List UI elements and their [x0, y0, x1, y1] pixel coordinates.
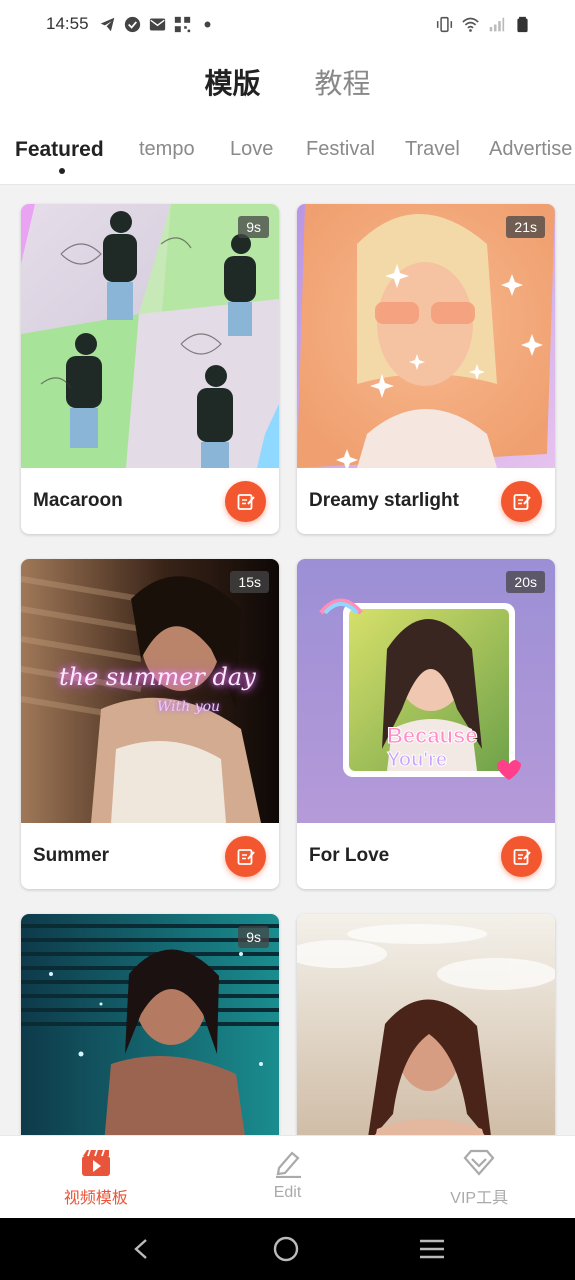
- nav-edit[interactable]: Edit: [192, 1136, 384, 1218]
- edit-template-button[interactable]: [225, 481, 266, 522]
- tab-tutorials[interactable]: 教程: [315, 62, 371, 102]
- template-card-for-love[interactable]: Because You're 20s For Love: [297, 559, 555, 889]
- category-tab-bar: Featured tempo Love Festival Travel Adve…: [0, 130, 575, 180]
- template-title: For Love: [309, 845, 390, 866]
- template-card-5[interactable]: 9s: [21, 914, 279, 1135]
- signal-icon: [489, 17, 505, 31]
- duration-badge: 21s: [506, 216, 545, 238]
- template-card-dreamy-starlight[interactable]: 21s Dreamy starlight: [297, 204, 555, 534]
- category-tab-festival[interactable]: Festival: [306, 138, 375, 161]
- template-thumbnail[interactable]: 9s: [21, 914, 279, 1135]
- dot-icon: [204, 21, 211, 27]
- overlay-text-because: Because: [387, 723, 479, 749]
- bottom-navigation: 视频模板 Edit VIP工具: [0, 1135, 575, 1218]
- nav-vip-tools[interactable]: VIP工具: [383, 1136, 575, 1218]
- edit-pencil-icon: [275, 1151, 301, 1178]
- card-footer: For Love: [297, 823, 555, 889]
- for-love-preview-image: [297, 559, 555, 823]
- template-thumbnail[interactable]: [297, 914, 555, 1135]
- notification-icons: [99, 16, 216, 33]
- status-bar: 14:55: [0, 0, 575, 48]
- template-thumbnail[interactable]: Because You're 20s: [297, 559, 555, 823]
- duration-badge: 15s: [230, 571, 269, 593]
- nav-label: VIP工具: [450, 1190, 509, 1207]
- top-tab-bar: 模版 教程: [0, 56, 575, 108]
- duration-badge: 9s: [238, 216, 269, 238]
- video-template-icon: [81, 1149, 110, 1176]
- active-tab-indicator: [59, 168, 65, 174]
- nav-video-templates[interactable]: 视频模板: [0, 1136, 192, 1218]
- edit-template-button[interactable]: [501, 481, 542, 522]
- summer-preview-image: [21, 559, 279, 823]
- template-title: Macaroon: [33, 490, 123, 511]
- template-card-macaroon[interactable]: 9s Macaroon: [21, 204, 279, 534]
- vip-diamond-icon: [463, 1149, 495, 1176]
- system-icons: [436, 16, 531, 33]
- template-card-summer[interactable]: the summer day With you 15s Summer: [21, 559, 279, 889]
- card-footer: Dreamy starlight: [297, 468, 555, 534]
- category-tab-love[interactable]: Love: [230, 138, 273, 161]
- overlay-neon-text: the summer day: [59, 663, 256, 691]
- edit-note-icon: [237, 848, 255, 865]
- category-tab-travel[interactable]: Travel: [405, 138, 460, 161]
- edit-note-icon: [513, 848, 531, 865]
- tab-templates[interactable]: 模版: [204, 62, 260, 102]
- back-icon[interactable]: [130, 1237, 154, 1261]
- telegram-icon: [100, 17, 114, 31]
- card-footer: Summer: [21, 823, 279, 889]
- status-time: 14:55: [46, 14, 89, 33]
- mail-icon: [149, 18, 165, 30]
- category-tab-tempo[interactable]: tempo: [139, 138, 195, 161]
- vibrate-icon: [436, 16, 453, 32]
- template-card-6[interactable]: [297, 914, 555, 1135]
- overlay-neon-subtext: With you: [157, 699, 221, 715]
- template-title: Summer: [33, 845, 110, 866]
- card-footer: Macaroon: [21, 468, 279, 534]
- overlay-text-youre: You're: [387, 749, 448, 772]
- nav-label: Edit: [273, 1184, 302, 1201]
- home-icon[interactable]: [273, 1236, 299, 1262]
- app-screen: 14:55 模版 教程 Featured tempo Love Festival…: [0, 0, 575, 1280]
- template-thumbnail[interactable]: the summer day With you 15s: [21, 559, 279, 823]
- dreamy-starlight-preview-image: [297, 204, 555, 468]
- edit-note-icon: [513, 493, 531, 510]
- template-thumbnail[interactable]: 21s: [297, 204, 555, 468]
- edit-template-button[interactable]: [501, 836, 542, 877]
- edit-note-icon: [237, 493, 255, 510]
- beach-portrait-preview-image: [297, 914, 555, 1135]
- system-navigation-bar: [0, 1218, 575, 1280]
- duration-badge: 9s: [238, 926, 269, 948]
- category-tab-featured[interactable]: Featured: [15, 138, 104, 162]
- duration-badge: 20s: [506, 571, 545, 593]
- recent-apps-icon[interactable]: [419, 1237, 445, 1261]
- qr-icon: [174, 16, 190, 32]
- battery-icon: [517, 16, 528, 32]
- macaroon-preview-image: [21, 204, 279, 468]
- category-tab-advertise[interactable]: Advertise: [489, 138, 572, 161]
- template-thumbnail[interactable]: 9s: [21, 204, 279, 468]
- template-title: Dreamy starlight: [309, 490, 459, 511]
- check-circle-icon: [124, 16, 140, 32]
- wifi-icon: [462, 17, 479, 32]
- template-grid: 9s Macaroon 21s Dreamy starlight the sum…: [0, 185, 575, 1135]
- nav-label: 视频模板: [63, 1190, 128, 1207]
- edit-template-button[interactable]: [225, 836, 266, 877]
